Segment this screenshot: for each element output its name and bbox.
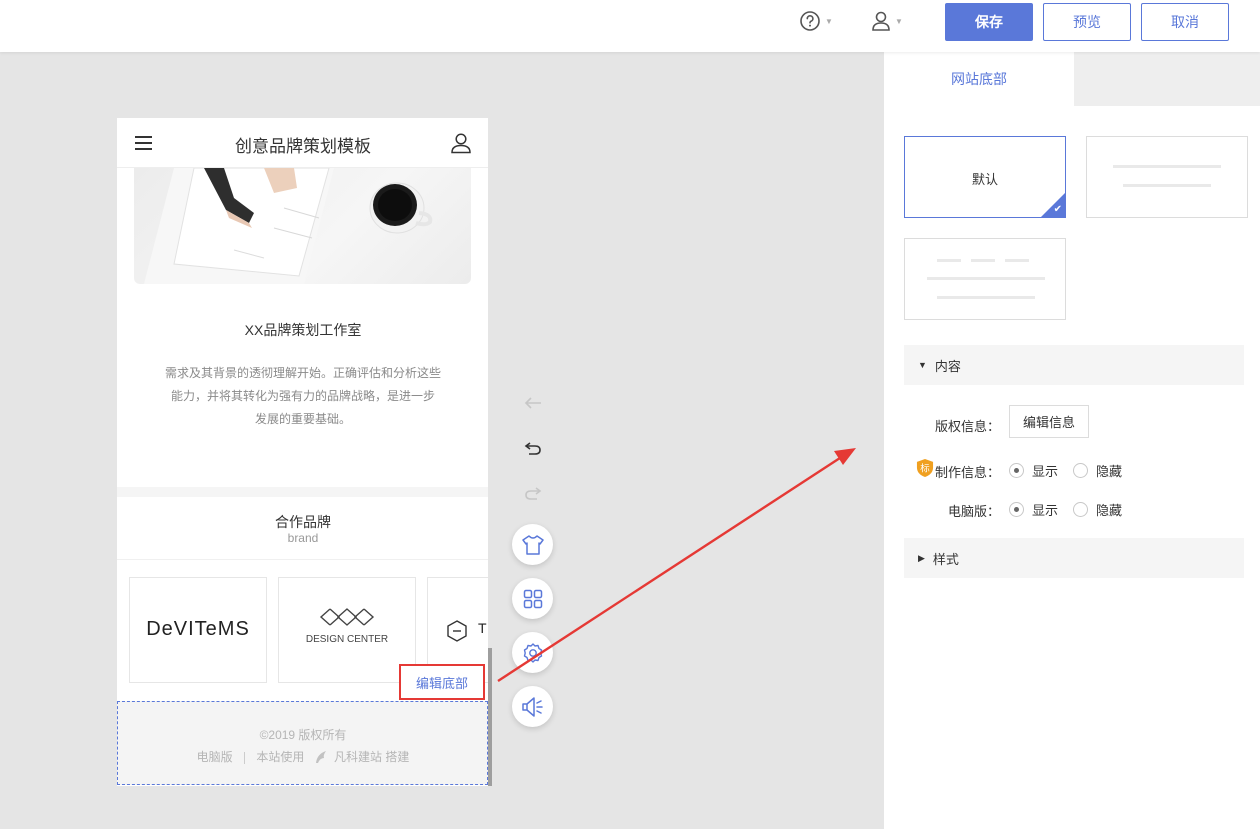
partner-brands-title: 合作品牌 <box>275 514 331 530</box>
mobile-header: 创意品牌策划模板 <box>117 118 489 168</box>
template-preview-line <box>937 296 1035 299</box>
partner-brands-subtitle: brand <box>287 531 319 545</box>
footer-copyright: ©2019 版权所有 <box>259 728 347 742</box>
user-icon <box>872 11 890 31</box>
caret-right-icon: ▶ <box>918 552 925 563</box>
radio-dot <box>1009 502 1024 517</box>
studio-description: 需求及其背景的透彻理解开始。正确评估和分析这些 能力，并将其转化为强有力的品牌战… <box>157 362 449 431</box>
template-preview-line <box>1123 184 1211 187</box>
edit-info-button[interactable]: 编辑信息 <box>1009 405 1089 438</box>
template-label: 默认 <box>971 172 998 187</box>
tab-site-footer[interactable]: 网站底部 <box>884 52 1074 106</box>
modules-button[interactable] <box>512 578 553 619</box>
radio-label: 隐藏 <box>1096 503 1123 518</box>
production-hide-radio[interactable]: 隐藏 <box>1073 461 1122 480</box>
pc-version-label: 电脑版： <box>947 504 1000 519</box>
template-preview-line <box>1113 165 1221 168</box>
copyright-label: 版权信息： <box>934 419 1000 434</box>
help-menu[interactable]: ▼ <box>799 10 833 32</box>
preview-scrollbar[interactable] <box>488 118 492 786</box>
chevron-down-icon: ▼ <box>825 16 833 26</box>
section-divider <box>117 487 489 497</box>
divider <box>117 559 489 560</box>
site-title: 创意品牌策划模板 <box>235 137 371 156</box>
check-icon: ✔ <box>1053 204 1062 215</box>
radio-dot <box>1009 463 1024 478</box>
site-footer[interactable]: ©2019 版权所有 电脑版 本站使用 凡科建站 搭建 <box>117 701 488 785</box>
chevron-down-icon: ▼ <box>895 16 903 26</box>
radio-label: 显示 <box>1032 464 1059 479</box>
brand-card-design-center[interactable]: DESIGN CENTER <box>278 577 416 683</box>
help-circle-icon <box>800 11 820 31</box>
description-line: 发展的重要基础。 <box>254 412 351 426</box>
undo-icon <box>524 442 541 455</box>
description-line: 需求及其背景的透彻理解开始。正确评估和分析这些 <box>164 366 441 380</box>
brand-card-devitems[interactable]: DeVITeMS <box>129 577 267 683</box>
footer-builder-link[interactable]: 凡科建站 <box>334 750 382 764</box>
template-preview-line <box>971 259 995 262</box>
pc-show-radio[interactable]: 显示 <box>1009 500 1058 519</box>
settings-panel: 网站底部 默认 ✔ ▼ 内容 ▶ 样式 <box>884 52 1260 829</box>
undo-button[interactable] <box>522 437 544 459</box>
top-toolbar: ▼ ▼ 保存 预览 取消 <box>0 0 1260 52</box>
announcement-button[interactable] <box>512 686 553 727</box>
third-brand-logo-text: T <box>478 620 487 636</box>
hero-image <box>134 168 471 284</box>
user-icon <box>451 133 471 154</box>
user-menu[interactable]: ▼ <box>871 10 903 32</box>
style-section-header[interactable]: ▶ 样式 <box>904 538 1244 578</box>
footer-template-3[interactable] <box>904 238 1066 320</box>
footer-template-default[interactable]: 默认 ✔ <box>904 136 1066 218</box>
production-show-radio[interactable]: 显示 <box>1009 461 1058 480</box>
edit-footer-button[interactable]: 编辑底部 <box>399 664 485 700</box>
scrollbar-thumb[interactable] <box>488 648 492 786</box>
template-preview-line <box>1005 259 1029 262</box>
shirt-icon <box>521 534 544 555</box>
content-section-header[interactable]: ▼ 内容 <box>904 345 1244 385</box>
back-arrow-icon <box>524 397 541 409</box>
panel-tabs: 网站底部 <box>884 52 1260 106</box>
builder-logo-icon <box>315 751 326 763</box>
hero-illustration <box>144 168 433 284</box>
cancel-button[interactable]: 取消 <box>1141 3 1229 41</box>
theme-button[interactable] <box>512 524 553 565</box>
radio-dot <box>1073 502 1088 517</box>
template-preview-line <box>937 259 961 262</box>
back-button[interactable] <box>522 392 544 414</box>
template-preview-line <box>927 277 1045 280</box>
footer-built-text: 搭建 <box>385 750 410 764</box>
devitems-logo: DeVITeMS <box>146 618 250 640</box>
settings-button[interactable] <box>512 632 553 673</box>
mobile-user-button[interactable] <box>450 132 472 159</box>
radio-dot <box>1073 463 1088 478</box>
hexagon-logo-icon <box>447 620 467 642</box>
radio-label: 显示 <box>1032 503 1059 518</box>
radio-label: 隐藏 <box>1096 464 1123 479</box>
design-center-logo-text: DESIGN CENTER <box>305 634 389 645</box>
footer-template-2[interactable] <box>1086 136 1248 218</box>
save-button[interactable]: 保存 <box>945 3 1033 41</box>
production-info-label: 制作信息： <box>934 465 1000 480</box>
footer-links: 电脑版 本站使用 凡科建站 搭建 <box>118 748 488 765</box>
studio-title: XX品牌策划工作室 <box>244 322 362 338</box>
description-line: 能力，并将其转化为强有力的品牌战略，是进一步 <box>170 389 435 403</box>
settings-gear-icon <box>523 642 542 663</box>
preview-button[interactable]: 预览 <box>1043 3 1131 41</box>
footer-pc-link[interactable]: 电脑版 <box>197 750 233 764</box>
redo-icon <box>525 487 542 500</box>
speaker-icon <box>521 696 543 717</box>
design-center-logo-mark <box>319 608 375 626</box>
section-title: 样式 <box>932 551 959 567</box>
grid-icon <box>523 589 542 608</box>
divider <box>243 751 245 764</box>
caret-down-icon: ▼ <box>918 360 927 370</box>
section-title: 内容 <box>934 358 961 374</box>
redo-button[interactable] <box>522 482 544 504</box>
footer-site-use: 本站使用 <box>256 750 305 764</box>
pc-hide-radio[interactable]: 隐藏 <box>1073 500 1122 519</box>
